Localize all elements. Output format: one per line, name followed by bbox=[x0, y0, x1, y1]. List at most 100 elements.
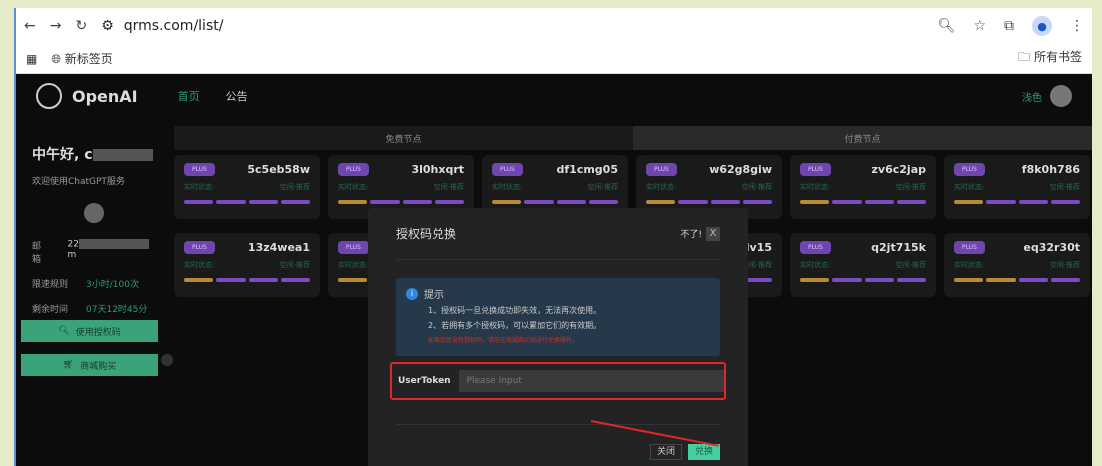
bookmarks-bar: ▦ 🌐︎ 新标签页 🗀 所有书签 bbox=[16, 44, 1092, 74]
email-row: 邮箱 22m bbox=[32, 239, 155, 265]
profile-icon[interactable]: ● bbox=[1032, 16, 1052, 36]
redeem-button[interactable]: 兑换 bbox=[687, 444, 720, 460]
tip-line-1: 1、授权码一旦兑换成功即失效，无法再次使用。 bbox=[428, 306, 602, 315]
load-bars bbox=[646, 200, 772, 204]
load-bar bbox=[864, 278, 894, 282]
logo[interactable]: OpenAI bbox=[36, 83, 138, 109]
all-bookmarks[interactable]: 🗀 所有书签 bbox=[1018, 48, 1082, 69]
node-card[interactable]: PLUS zv6c2jap 实时状态: 空闲·推荐 bbox=[790, 155, 936, 219]
greeting: 中午好, c bbox=[32, 144, 155, 164]
menu-icon[interactable]: ⋮ bbox=[1070, 18, 1084, 34]
apps-icon[interactable]: ▦ bbox=[26, 52, 37, 66]
status-label: 实时状态: bbox=[338, 183, 369, 191]
status-label: 实时状态: bbox=[646, 183, 677, 191]
node-id: zv6c2jap bbox=[871, 163, 926, 176]
reload-icon[interactable]: ↻ bbox=[75, 18, 87, 34]
close-icon[interactable]: X bbox=[706, 226, 720, 241]
extensions-icon[interactable]: ⧉ bbox=[1004, 18, 1014, 34]
openai-logo-icon bbox=[36, 83, 62, 109]
app: OpenAI 首页 公告 浅色 中午好, c 欢迎使用ChatGPT服务 邮箱 2… bbox=[16, 74, 1092, 466]
bookmark-newtab[interactable]: 🌐︎ 新标签页 bbox=[51, 50, 112, 67]
load-bar bbox=[954, 200, 984, 204]
dismiss-link[interactable]: 不了! bbox=[680, 227, 702, 240]
usertoken-input[interactable] bbox=[458, 370, 724, 392]
status-label: 实时状态: bbox=[954, 183, 985, 191]
plus-badge: PLUS bbox=[800, 241, 831, 254]
load-bar bbox=[800, 200, 830, 204]
node-id: df1cmg05 bbox=[556, 163, 618, 176]
load-bars bbox=[800, 278, 926, 282]
node-card[interactable]: PLUS 5c5eb58w 实时状态: 空闲·推荐 bbox=[174, 155, 320, 219]
plus-badge: PLUS bbox=[492, 163, 523, 176]
node-id: eq32r30t bbox=[1023, 241, 1080, 254]
back-icon[interactable]: ← bbox=[24, 18, 36, 34]
user-avatar[interactable] bbox=[1050, 85, 1072, 107]
status-label: 实时状态: bbox=[800, 261, 831, 269]
bookmark-label: 新标签页 bbox=[64, 52, 113, 66]
use-code-button[interactable]: 🔍︎ 使用授权码 bbox=[21, 320, 158, 342]
zoom-icon[interactable]: 🔍︎ bbox=[938, 18, 956, 34]
load-bar bbox=[524, 200, 554, 204]
star-icon[interactable]: ☆ bbox=[973, 18, 986, 34]
node-id: q2jt715k bbox=[871, 241, 926, 254]
nav-home[interactable]: 首页 bbox=[178, 88, 200, 104]
browser-window: ← → ↻ ⚙ qrms.com/list/ 🔍︎ ☆ ⧉ ● ⋮ ▦ 🌐︎ 新… bbox=[14, 8, 1092, 466]
close-button[interactable]: 关闭 bbox=[649, 444, 682, 460]
screen: ← → ↻ ⚙ qrms.com/list/ 🔍︎ ☆ ⧉ ● ⋮ ▦ 🌐︎ 新… bbox=[0, 0, 1102, 466]
load-bar bbox=[1050, 278, 1080, 282]
load-status: 空闲·推荐 bbox=[895, 183, 926, 191]
forward-icon[interactable]: → bbox=[50, 18, 62, 34]
load-bar bbox=[864, 200, 894, 204]
load-status: 空闲·推荐 bbox=[1049, 261, 1080, 269]
node-card[interactable]: PLUS 13z4wea1 实时状态: 空闲·推荐 bbox=[174, 233, 320, 297]
usertoken-field: UserToken bbox=[390, 362, 726, 400]
load-bar bbox=[370, 200, 400, 204]
shop-button[interactable]: 🛒︎ 商城购买 bbox=[21, 354, 158, 376]
node-card[interactable]: PLUS f8k0h786 实时状态: 空闲·推荐 bbox=[944, 155, 1090, 219]
load-bar bbox=[986, 200, 1016, 204]
status-label: 实时状态: bbox=[338, 261, 369, 269]
load-bar bbox=[556, 200, 586, 204]
load-bar bbox=[1050, 200, 1080, 204]
load-bar bbox=[742, 200, 772, 204]
tip-title: 提示 bbox=[424, 290, 444, 301]
tip-line-2: 2、若拥有多个授权码，可以累加它们的有效期。 bbox=[428, 321, 602, 330]
plus-badge: PLUS bbox=[184, 241, 215, 254]
sidebar: 中午好, c 欢迎使用ChatGPT服务 邮箱 22m 限速规则 3小时/100次 … bbox=[16, 118, 171, 315]
node-card[interactable]: PLUS eq32r30t 实时状态: 空闲·推荐 bbox=[944, 233, 1090, 297]
redeem-dialog: 授权码兑换 不了! X i 提示 1、授权码一旦兑换成功即失效，无法再次使用。 2、… bbox=[368, 208, 748, 466]
node-card[interactable]: PLUS q2jt715k 实时状态: 空闲·推荐 bbox=[790, 233, 936, 297]
rate-row: 限速规则 3小时/100次 bbox=[32, 280, 139, 290]
theme-toggle[interactable]: 浅色 bbox=[1022, 89, 1042, 104]
load-bar bbox=[588, 200, 618, 204]
dialog-title: 授权码兑换 bbox=[396, 227, 457, 241]
remain-row: 剩余时间 07天12时45分 bbox=[32, 305, 148, 315]
nav-announcements[interactable]: 公告 bbox=[226, 88, 248, 104]
address-bar[interactable]: ⚙ qrms.com/list/ bbox=[101, 18, 923, 34]
status-label: 实时状态: bbox=[800, 183, 831, 191]
tab-paid[interactable]: 付费节点 bbox=[633, 126, 1092, 150]
load-bars bbox=[184, 278, 310, 282]
info-icon: i bbox=[406, 287, 418, 300]
status-label: 实时状态: bbox=[184, 183, 215, 191]
sidebar-avatar bbox=[83, 203, 104, 223]
load-bars bbox=[954, 278, 1080, 282]
collapse-sidebar-button[interactable] bbox=[161, 354, 173, 366]
site-info-icon[interactable]: ⚙ bbox=[101, 18, 114, 34]
tip-warning: 如果您还没有授权码，请前往商城购买后进行兑换操作。 bbox=[428, 337, 579, 344]
tab-free[interactable]: 免费节点 bbox=[174, 126, 633, 150]
load-status: 空闲·推荐 bbox=[279, 261, 310, 269]
load-bars bbox=[184, 200, 310, 204]
load-bar bbox=[338, 278, 368, 282]
dialog-footer: 关闭 兑换 bbox=[396, 424, 720, 466]
load-bar bbox=[1018, 278, 1048, 282]
cart-icon: 🛒︎ bbox=[62, 360, 75, 370]
app-header: OpenAI 首页 公告 浅色 bbox=[16, 74, 1092, 118]
all-bookmarks-label: 所有书签 bbox=[1033, 50, 1082, 64]
plus-badge: PLUS bbox=[800, 163, 831, 176]
node-tabs: 免费节点 付费节点 bbox=[174, 126, 1092, 150]
load-bars bbox=[800, 200, 926, 204]
plus-badge: PLUS bbox=[954, 163, 985, 176]
load-bar bbox=[248, 278, 278, 282]
load-bar bbox=[832, 278, 862, 282]
